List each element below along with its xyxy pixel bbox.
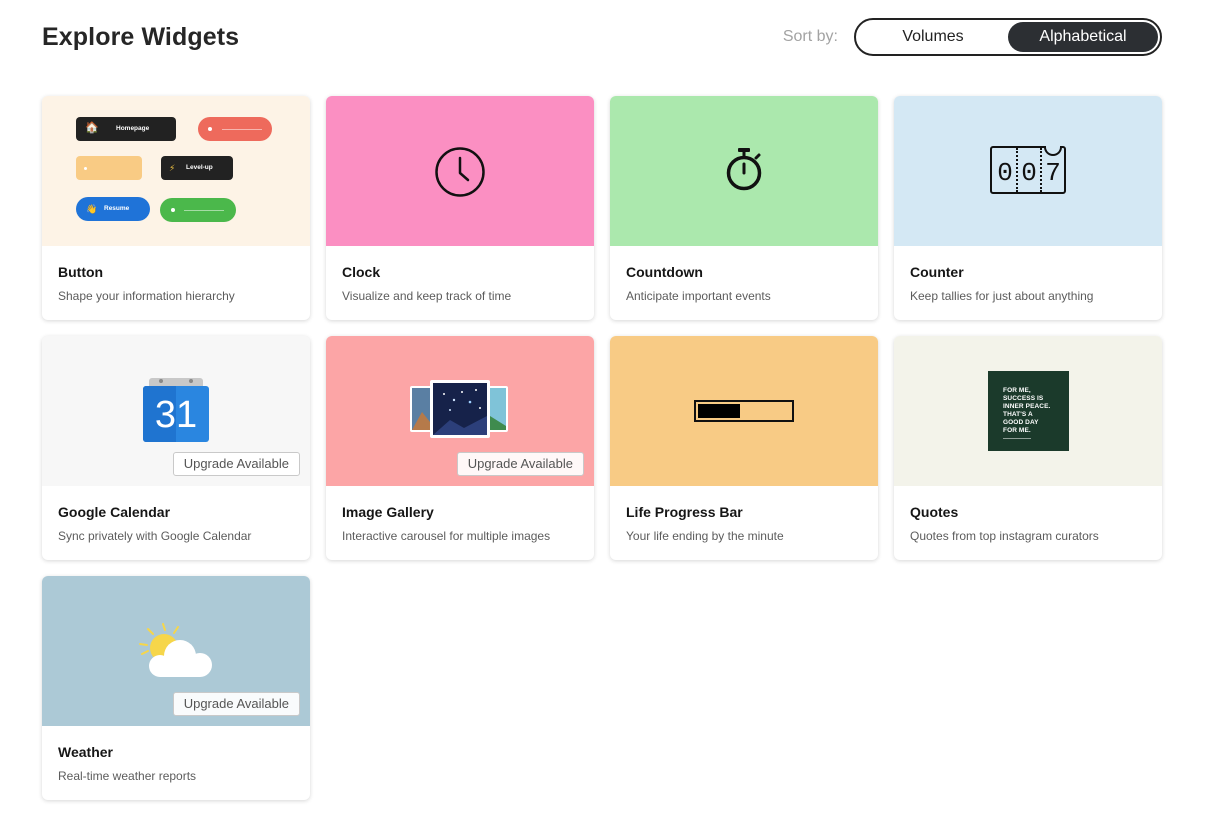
widget-card-quotes[interactable]: FOR ME, SUCCESS IS INNER PEACE. THAT'S A… — [894, 336, 1162, 560]
preview-red-pill — [198, 117, 272, 141]
countdown-preview — [610, 96, 878, 246]
counter-icon: 0 0 7 — [990, 146, 1066, 194]
counter-digit: 0 — [1021, 158, 1037, 188]
widget-name: Counter — [910, 264, 964, 280]
progress-bar-fill — [698, 404, 741, 418]
page-title: Explore Widgets — [42, 23, 240, 51]
preview-green-pill — [160, 198, 236, 222]
widget-card-clock[interactable]: Clock Visualize and keep track of time — [326, 96, 594, 320]
widget-card-weather[interactable]: Upgrade Available Weather Real-time weat… — [42, 576, 310, 800]
gallery-icon — [410, 380, 508, 438]
sort-option-volumes[interactable]: Volumes — [858, 22, 1008, 52]
gallery-preview: Upgrade Available — [326, 336, 594, 486]
counter-preview: 0 0 7 — [894, 96, 1162, 246]
widget-name: Countdown — [626, 264, 703, 280]
widget-name: Weather — [58, 744, 113, 760]
widget-description: Keep tallies for just about anything — [910, 289, 1094, 303]
widget-description: Your life ending by the minute — [626, 529, 784, 543]
upgrade-available-badge[interactable]: Upgrade Available — [172, 452, 300, 476]
clock-icon — [435, 147, 485, 197]
stopwatch-icon — [726, 148, 762, 191]
widget-name: Quotes — [910, 504, 959, 520]
sort-label: Sort by: — [782, 28, 838, 45]
clock-preview — [326, 96, 594, 246]
preview-resume-button: 👋 Resume — [76, 197, 150, 221]
widget-card-button[interactable]: 🏠 Homepage ⚡ Level-up 👋 Resume Button Sh… — [42, 96, 310, 320]
weather-preview: Upgrade Available — [42, 576, 310, 726]
widget-card-counter[interactable]: 0 0 7 Counter Keep tallies for just abou… — [894, 96, 1162, 320]
lightning-icon: ⚡ — [169, 163, 176, 173]
widget-card-life-progress-bar[interactable]: Life Progress Bar Your life ending by th… — [610, 336, 878, 560]
sort-toggle: Volumes Alphabetical — [854, 18, 1162, 56]
widget-name: Clock — [342, 264, 381, 280]
widget-description: Interactive carousel for multiple images — [342, 529, 551, 543]
widget-name: Life Progress Bar — [626, 504, 743, 520]
widget-description: Sync privately with Google Calendar — [58, 529, 252, 543]
wave-icon: 👋 — [86, 204, 98, 214]
sort-option-alphabetical[interactable]: Alphabetical — [1008, 22, 1158, 52]
calendar-icon: 31 — [143, 378, 209, 444]
progress-bar-icon — [694, 400, 794, 422]
widget-card-google-calendar[interactable]: 31 Upgrade Available Google Calendar Syn… — [42, 336, 310, 560]
widget-description: Real-time weather reports — [58, 769, 197, 783]
widget-name: Button — [58, 264, 104, 280]
quote-card: FOR ME, SUCCESS IS INNER PEACE. THAT'S A… — [988, 371, 1069, 451]
preview-yellow-button — [76, 156, 142, 180]
button-preview: 🏠 Homepage ⚡ Level-up 👋 Resume — [42, 96, 310, 246]
upgrade-available-badge[interactable]: Upgrade Available — [172, 692, 300, 716]
house-icon: 🏠 — [85, 122, 99, 134]
counter-digit: 0 — [997, 158, 1013, 188]
widget-description: Anticipate important events — [626, 289, 771, 303]
preview-levelup-button: ⚡ Level-up — [161, 156, 233, 180]
progress-preview — [610, 336, 878, 486]
widget-name: Google Calendar — [58, 504, 171, 520]
widget-description: Shape your information hierarchy — [58, 289, 235, 303]
widget-description: Visualize and keep track of time — [342, 289, 512, 303]
widget-description: Quotes from top instagram curators — [910, 529, 1099, 543]
calendar-day: 31 — [154, 394, 198, 436]
sun-cloud-icon — [139, 623, 212, 677]
counter-digit: 7 — [1045, 158, 1061, 188]
widget-card-image-gallery[interactable]: Upgrade Available Image Gallery Interact… — [326, 336, 594, 560]
quotes-preview: FOR ME, SUCCESS IS INNER PEACE. THAT'S A… — [894, 336, 1162, 486]
widget-name: Image Gallery — [342, 504, 434, 520]
upgrade-available-badge[interactable]: Upgrade Available — [456, 452, 584, 476]
widget-card-countdown[interactable]: Countdown Anticipate important events — [610, 96, 878, 320]
calendar-preview: 31 Upgrade Available — [42, 336, 310, 486]
page-header: Explore Widgets Sort by: Volumes Alphabe… — [42, 18, 1162, 58]
preview-homepage-button: 🏠 Homepage — [76, 117, 176, 141]
